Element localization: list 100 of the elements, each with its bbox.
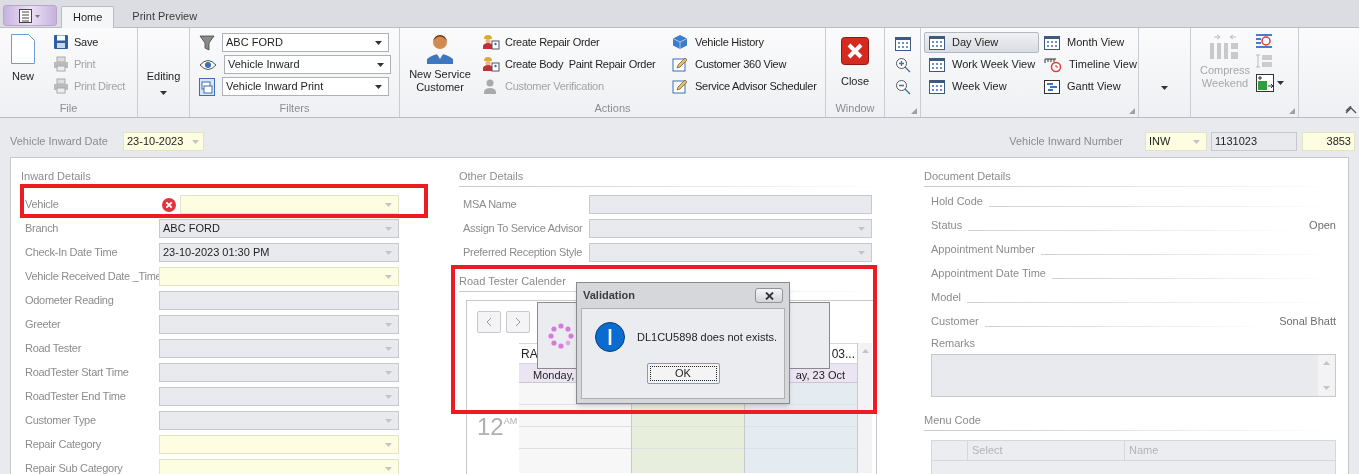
ribbon-button[interactable]: Create Repair Order xyxy=(482,31,672,53)
chevron-left-icon xyxy=(486,317,492,327)
dropdown-arrow-icon[interactable] xyxy=(1161,86,1168,90)
section-title: Inward Details xyxy=(21,169,92,183)
field-label: Customer Type xyxy=(24,413,97,429)
close-icon xyxy=(764,291,774,300)
view-button[interactable]: Gantt View xyxy=(1039,76,1142,97)
dropdown-field[interactable] xyxy=(159,267,399,286)
gantt-chart-icon xyxy=(1044,79,1060,94)
field-label: Repair Category xyxy=(24,437,102,453)
ribbon-tab[interactable]: Home xyxy=(61,6,115,28)
funnel-icon xyxy=(199,33,215,52)
calendar-grid-icon xyxy=(929,35,945,50)
field-label: RoadTester End Time xyxy=(24,389,127,405)
field-label: Appointment Number xyxy=(931,241,1035,257)
scrollbar[interactable] xyxy=(858,343,872,473)
dropdown-arrow-icon[interactable] xyxy=(160,90,167,95)
filter-dropdown[interactable]: Vehicle Inward Print xyxy=(222,77,389,96)
timeline-clock-icon xyxy=(1044,56,1062,73)
field-value: Sonal Bhatt xyxy=(1279,313,1336,329)
field-value: Open xyxy=(1309,217,1336,233)
info-icon xyxy=(595,322,625,352)
dropdown-arrow-icon[interactable] xyxy=(375,40,382,45)
person-icon xyxy=(424,32,456,64)
dialog-launcher-icon[interactable] xyxy=(1289,108,1295,114)
calendar-grid-icon xyxy=(929,57,945,72)
section-title: Menu Code xyxy=(924,412,982,427)
number-field[interactable]: 3853 xyxy=(1302,132,1355,151)
view-button[interactable]: Day View xyxy=(924,32,1039,53)
dropdown-field[interactable] xyxy=(159,459,399,474)
field-label: Assign To Service Advisor xyxy=(462,221,584,237)
dialog-launcher-icon[interactable] xyxy=(1129,108,1135,114)
print-layout-icon xyxy=(199,77,215,96)
view-button[interactable]: Month View xyxy=(1039,32,1142,53)
ribbon-button[interactable]: Service Advisor Scheduler xyxy=(672,75,817,97)
dialog-title: Validation xyxy=(583,288,635,304)
field-label: Status xyxy=(931,217,963,233)
prefix-dropdown[interactable]: INW xyxy=(1145,132,1207,151)
field-label: Branch xyxy=(24,221,60,237)
zoom-out-icon[interactable] xyxy=(894,79,911,95)
zoom-in-icon[interactable] xyxy=(894,57,911,73)
editing-button[interactable]: Editing xyxy=(138,28,189,100)
field-label: Vehicle Inward Number xyxy=(1009,134,1123,150)
scroll-up-icon[interactable] xyxy=(861,349,869,353)
field-label: Vehicle Inward Date xyxy=(10,134,109,150)
row-height-icon[interactable] xyxy=(1256,54,1272,68)
filter-dropdown[interactable]: Vehicle Inward xyxy=(224,55,391,74)
group-caption: File xyxy=(59,101,78,117)
ribbon-tab[interactable]: Print Preview xyxy=(118,5,212,27)
section-title: Road Tester Calender xyxy=(459,274,567,288)
ribbon-button[interactable]: Create Body Paint Repair Order xyxy=(482,53,672,75)
ribbon-button[interactable]: Save xyxy=(53,31,126,53)
field-label: MSA Name xyxy=(462,197,518,213)
cube-icon xyxy=(672,34,690,50)
field-label: Odometer Reading xyxy=(24,293,115,309)
view-button[interactable]: Work Week View xyxy=(924,54,1039,75)
application-menu-button[interactable] xyxy=(3,5,57,26)
field-label: Preferred Reception Style xyxy=(462,245,584,261)
field-label: RoadTester Start Time xyxy=(24,365,130,381)
previous-button[interactable] xyxy=(477,311,501,333)
dropdown-arrow-icon[interactable] xyxy=(377,62,384,67)
section-title: Document Details xyxy=(924,169,1012,183)
close-button[interactable] xyxy=(755,288,783,303)
next-button[interactable] xyxy=(506,311,530,333)
dropdown-arrow-icon[interactable] xyxy=(375,84,382,89)
new-service-customer-button[interactable]: New Service Customer xyxy=(402,28,478,100)
code-field[interactable]: 1131023 xyxy=(1211,132,1297,151)
view-button[interactable]: Week View xyxy=(924,76,1039,97)
close-icon xyxy=(841,37,869,65)
filter-dropdown[interactable]: ABC FORD xyxy=(222,33,389,52)
field-label: Road Tester xyxy=(24,341,83,357)
clock-list-icon[interactable] xyxy=(1256,34,1272,48)
scroll-up-icon[interactable] xyxy=(1323,360,1330,365)
field-label: Repair Sub Category xyxy=(24,461,124,474)
calendar-grid-icon[interactable] xyxy=(894,37,911,51)
ok-button[interactable]: OK xyxy=(646,363,720,384)
document-list-icon xyxy=(19,8,41,23)
remarks-field[interactable] xyxy=(931,353,1336,397)
new-button[interactable]: New xyxy=(3,34,43,84)
field-label: Hold Code xyxy=(931,193,983,209)
close-button[interactable]: Close xyxy=(826,28,884,100)
ribbon-button[interactable]: Customer 360 View xyxy=(672,53,817,75)
add-appointment-icon[interactable] xyxy=(1256,74,1274,92)
view-button[interactable]: Timeline View xyxy=(1039,54,1142,75)
scroll-down-icon[interactable] xyxy=(1323,385,1330,390)
dropdown-arrow-icon[interactable] xyxy=(1277,81,1284,85)
edit-form-icon xyxy=(672,56,690,72)
field-label: Model xyxy=(931,289,961,305)
worker-icon xyxy=(482,56,500,72)
worker-icon xyxy=(482,34,500,50)
dropdown-field[interactable] xyxy=(180,195,399,214)
field-label: Customer xyxy=(931,313,979,329)
ribbon-button[interactable]: Vehicle History xyxy=(672,31,817,53)
dialog-launcher-icon[interactable] xyxy=(911,108,917,114)
loading-spinner-icon xyxy=(548,323,574,349)
section-title: Other Details xyxy=(459,169,525,183)
dropdown-field[interactable] xyxy=(159,435,399,454)
date-field[interactable]: 23-10-2023 xyxy=(123,132,204,151)
dialog-message: DL1CU5898 does not exists. xyxy=(637,329,778,345)
collapse-ribbon-icon[interactable] xyxy=(1345,106,1357,114)
